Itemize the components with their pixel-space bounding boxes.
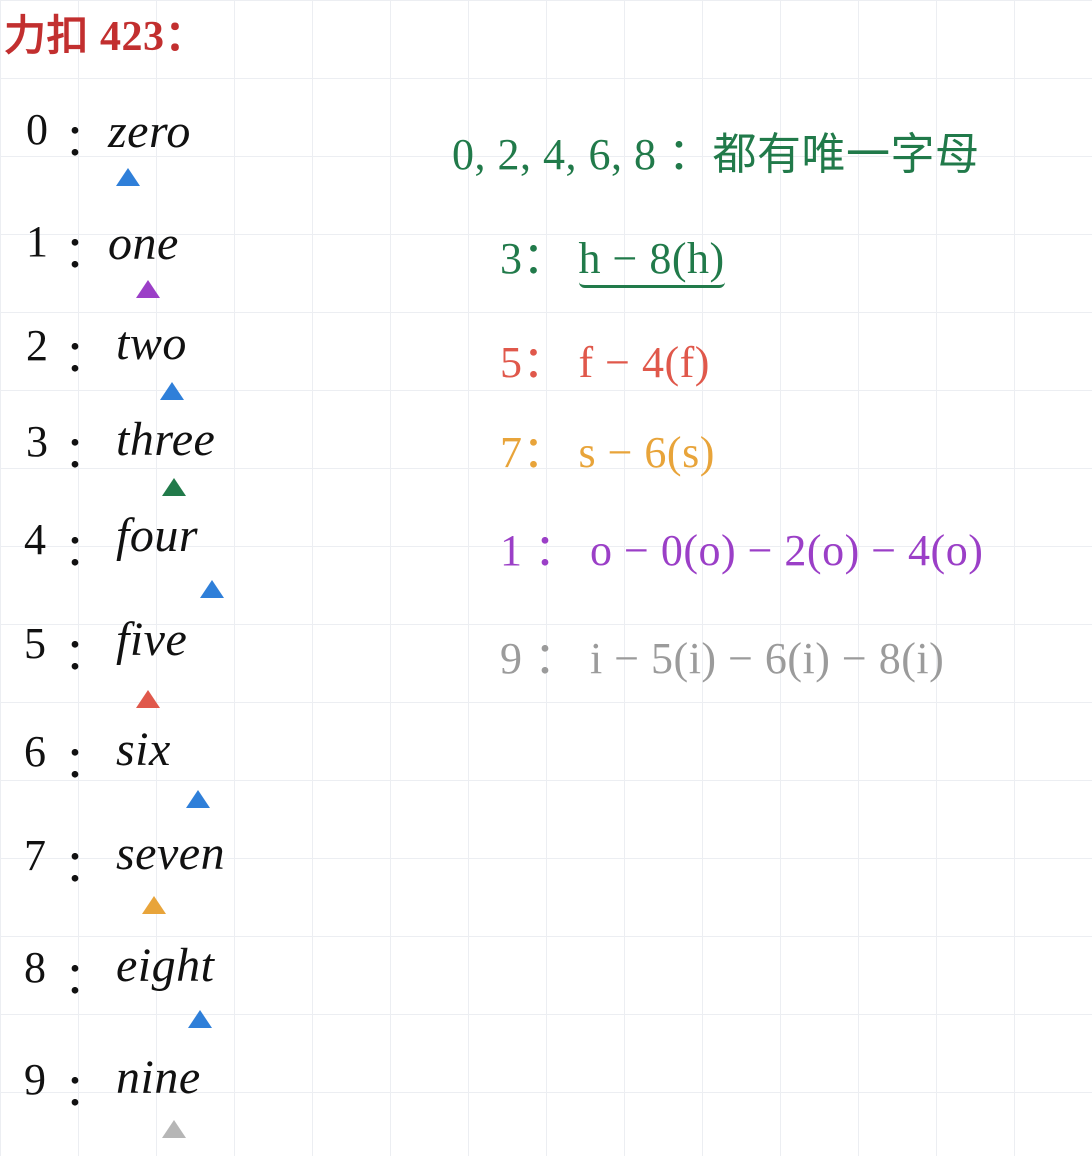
- digit-4-label: 4: [24, 514, 47, 565]
- digit-7-label: 7: [24, 830, 47, 881]
- digit-8-label: 8: [24, 942, 47, 993]
- digit-0-label: 0: [26, 104, 49, 155]
- colon-7: ：: [64, 830, 109, 894]
- word-one: one: [108, 216, 179, 271]
- colon-8: ：: [64, 942, 109, 1006]
- word-seven: seven: [116, 826, 225, 881]
- marker-zero-icon: [116, 168, 140, 186]
- word-four: four: [116, 508, 198, 563]
- marker-two-icon: [160, 382, 184, 400]
- digit-1-label: 1: [26, 216, 49, 267]
- note-three-formula: h − 8(h): [579, 234, 725, 288]
- colon-3: ：: [64, 416, 109, 480]
- marker-nine-icon: [162, 1120, 186, 1138]
- colon-0: ：: [64, 104, 109, 168]
- digit-9-label: 9: [24, 1054, 47, 1105]
- colon-4: ：: [64, 514, 109, 578]
- marker-five-icon: [136, 690, 160, 708]
- colon-6: ：: [64, 726, 109, 790]
- word-three: three: [116, 412, 215, 467]
- note-three: 3： h − 8(h): [500, 222, 725, 286]
- marker-three-icon: [162, 478, 186, 496]
- digit-6-label: 6: [24, 726, 47, 777]
- word-nine: nine: [116, 1050, 201, 1105]
- marker-four-icon: [200, 580, 224, 598]
- digit-2-label: 2: [26, 320, 49, 371]
- colon-5: ：: [64, 618, 109, 682]
- digit-5-label: 5: [24, 618, 47, 669]
- word-eight: eight: [116, 938, 214, 993]
- note-three-label: 3：: [500, 234, 567, 283]
- note-seven: 7： s − 6(s): [500, 416, 715, 480]
- word-two: two: [116, 316, 187, 371]
- marker-one-icon: [136, 280, 160, 298]
- word-six: six: [116, 722, 171, 777]
- marker-seven-icon: [142, 896, 166, 914]
- word-five: five: [116, 612, 187, 667]
- marker-eight-icon: [188, 1010, 212, 1028]
- colon-9: ：: [64, 1054, 109, 1118]
- note-nine: 9 ： i − 5(i) − 6(i) − 8(i): [500, 622, 944, 686]
- colon-2: ：: [64, 320, 109, 384]
- page-title: 力扣 423：: [4, 2, 207, 63]
- digit-3-label: 3: [26, 416, 49, 467]
- word-zero: zero: [108, 104, 191, 159]
- note-five: 5： f − 4(f): [500, 326, 710, 390]
- notebook-page: { "title": "力扣 423：", "leftColumn": [ {"…: [0, 0, 1092, 1156]
- note-unique-letters: 0, 2, 4, 6, 8 ：都有唯一字母: [452, 118, 980, 182]
- note-one: 1 ： o − 0(o) − 2(o) − 4(o): [500, 514, 983, 578]
- colon-1: ：: [64, 216, 109, 280]
- marker-six-icon: [186, 790, 210, 808]
